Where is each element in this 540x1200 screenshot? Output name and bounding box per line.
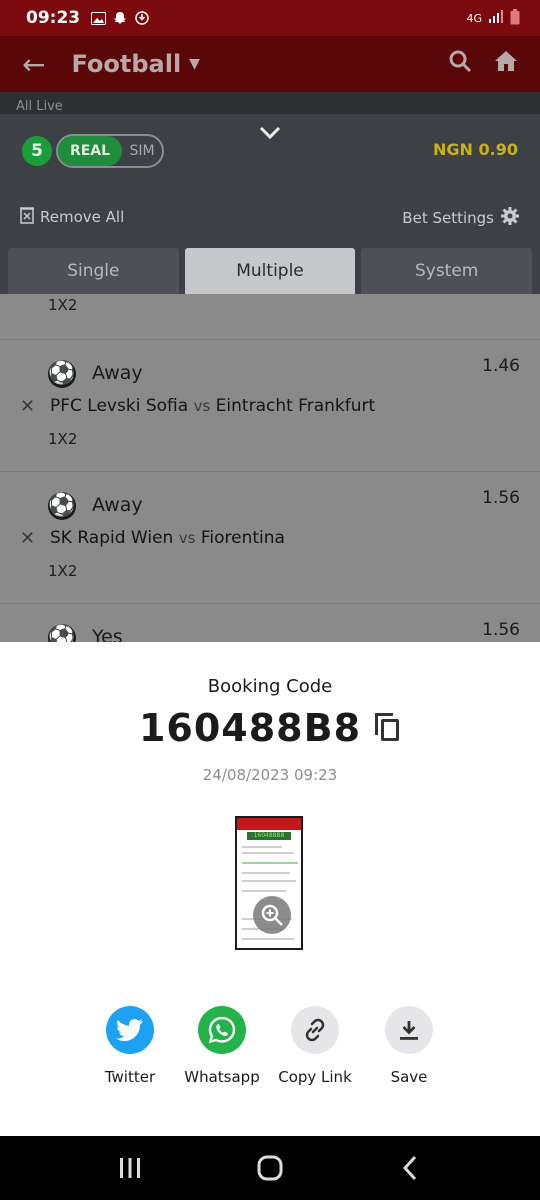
page-title[interactable]: Football [71,50,181,78]
battery-icon [510,8,520,28]
status-bar: 09:23 4G [0,0,540,36]
remove-all-label: Remove All [40,208,125,226]
bet-match: PFC Levski Sofia vs Eintracht Frankfurt [50,396,375,416]
home-team: PFC Levski Sofia [50,396,189,416]
booking-code-row: 160488B8 [0,706,540,750]
list-item[interactable]: ⚽ Away 1.56 ✕ SK Rapid Wien vs Fiorentin… [0,472,540,604]
football-icon: ⚽ [48,492,76,520]
mode-sim[interactable]: SIM [122,143,162,159]
bet-odds: 1.56 [482,620,520,640]
real-sim-toggle[interactable]: REAL SIM [56,134,164,168]
back-arrow-icon[interactable]: ← [22,48,45,81]
share-copy-link-label: Copy Link [278,1068,352,1086]
share-twitter-label: Twitter [104,1068,156,1086]
booking-code: 160488B8 [138,706,362,750]
football-icon: ⚽ [48,360,76,388]
booking-datetime: 24/08/2023 09:23 [202,766,338,784]
bet-market: 1X2 [48,296,78,314]
trash-icon [20,206,34,228]
thumbnail-code: 160488B8 [247,832,291,840]
signal-icon [488,10,504,26]
twitter-icon [106,1006,154,1054]
list-item: 1X2 [0,294,540,340]
gear-icon [500,206,520,230]
notification-icons [90,10,150,26]
app-header: ← Football ▼ [0,36,540,92]
snapchat-icon [112,10,128,26]
chevron-down-icon[interactable]: ▼ [189,56,200,72]
gallery-icon [90,10,106,26]
booking-code-sheet: Booking Code 160488B8 24/08/2023 09:23 1… [0,642,540,1136]
share-save-button[interactable]: Save [364,1006,454,1086]
list-item[interactable]: ⚽ Away 1.46 ✕ PFC Levski Sofia vs Eintra… [0,340,540,472]
home-nav-icon[interactable] [250,1148,290,1188]
link-icon [291,1006,339,1054]
share-copy-link-button[interactable]: Copy Link [270,1006,360,1086]
share-options: Twitter Whatsapp Copy Link Save [0,1006,540,1096]
bet-pick: Away [92,362,143,384]
thumbnail-header [237,818,301,830]
zoom-in-icon[interactable] [253,896,291,934]
share-whatsapp-label: Whatsapp [184,1068,260,1086]
bet-list: 1X2 ⚽ Away 1.46 ✕ PFC Levski Sofia vs Ei… [0,294,540,642]
sub-header: All Live [0,92,540,116]
vs-label: vs [193,397,211,415]
bet-count-badge: 5 [22,136,52,166]
status-time: 09:23 [26,8,81,28]
football-icon: ⚽ [48,624,76,642]
chevron-down-icon[interactable] [258,122,282,146]
system-nav-bar [0,1136,540,1200]
home-icon[interactable] [494,49,518,79]
copy-icon[interactable] [375,713,401,743]
share-save-label: Save [390,1068,428,1086]
bet-market: 1X2 [48,430,78,448]
list-item[interactable]: ⚽ Yes 1.56 [0,604,540,642]
close-icon[interactable]: ✕ [20,528,35,549]
away-team: Eintracht Frankfurt [215,396,376,416]
mode-real[interactable]: REAL [58,136,122,166]
bet-pick: Yes [92,626,123,642]
betslip-panel: 5 REAL SIM NGN 0.90 Remove All Bet Setti… [0,114,540,294]
betslip-preview-thumbnail[interactable]: 160488B8 [235,816,303,950]
remove-all-button[interactable]: Remove All [20,206,124,228]
home-team: SK Rapid Wien [50,528,174,548]
share-whatsapp-button[interactable]: Whatsapp [177,1006,267,1086]
bet-settings-label: Bet Settings [402,209,494,227]
system-icons: 4G [466,8,520,28]
back-nav-icon[interactable] [390,1148,430,1188]
balance: NGN 0.90 [433,140,518,159]
whatsapp-icon [198,1006,246,1054]
bet-match: SK Rapid Wien vs Fiorentina [50,528,285,548]
away-team: Fiorentina [200,528,285,548]
bet-market: 1X2 [48,562,78,580]
download-status-icon [134,10,150,26]
close-icon[interactable]: ✕ [20,396,35,417]
bet-odds: 1.56 [482,488,520,508]
vs-label: vs [178,529,196,547]
tab-system[interactable]: System [361,248,533,294]
recents-icon[interactable] [110,1148,150,1188]
network-type: 4G [466,11,482,25]
tab-multiple[interactable]: Multiple [184,248,356,294]
search-icon[interactable] [448,49,472,79]
share-twitter-button[interactable]: Twitter [85,1006,175,1086]
bet-pick: Away [92,494,143,516]
booking-code-label: Booking Code [207,676,333,697]
tab-single[interactable]: Single [8,248,179,294]
bet-type-tabs: Single Multiple System [8,248,533,294]
download-icon [385,1006,433,1054]
bet-odds: 1.46 [482,356,520,376]
bet-settings-button[interactable]: Bet Settings [402,206,520,230]
